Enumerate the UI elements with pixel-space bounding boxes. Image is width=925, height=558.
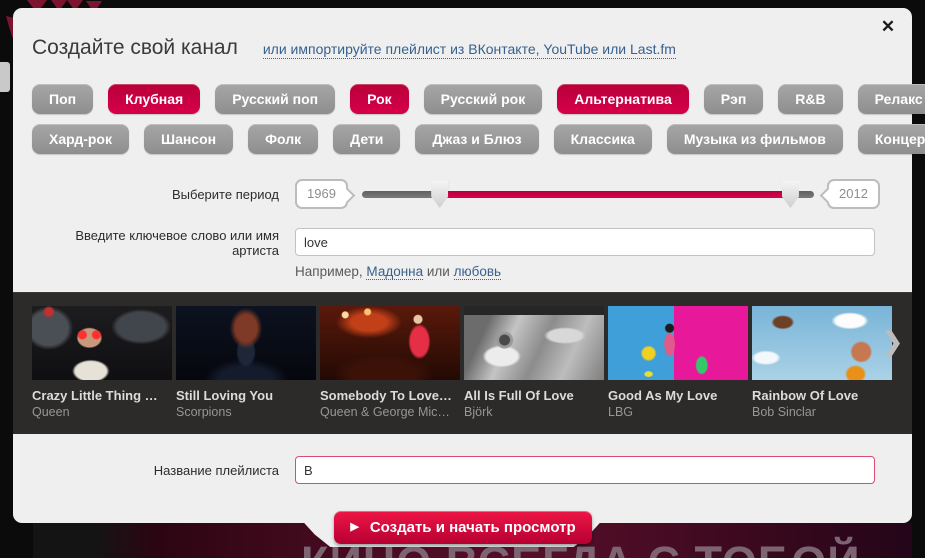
genre-rock[interactable]: Рок xyxy=(350,84,409,114)
genre-hard-rock[interactable]: Хард-рок xyxy=(32,124,129,154)
genre-rnb[interactable]: R&B xyxy=(778,84,843,114)
video-artist: Scorpions xyxy=(176,405,232,419)
period-label: Выберите период xyxy=(172,186,279,202)
hint-prefix: Например, xyxy=(295,264,367,279)
video-title: Rainbow Of Love xyxy=(752,388,859,403)
video-artist: LBG xyxy=(608,405,634,419)
create-and-watch-button[interactable]: ▶ Создать и начать просмотр xyxy=(334,511,592,544)
keyword-hint: Например, Мадонна или любовь xyxy=(295,264,875,280)
genre-relax[interactable]: Релакс xyxy=(857,84,925,114)
genre-folk[interactable]: Фолк xyxy=(248,124,319,154)
video-title: All Is Full Of Love xyxy=(464,388,574,403)
genre-club[interactable]: Клубная xyxy=(108,84,201,114)
video-title: Still Loving You xyxy=(176,388,274,403)
video-card[interactable]: Somebody To Love… Queen & George Mic… xyxy=(320,306,460,419)
video-thumbnail[interactable] xyxy=(608,306,748,380)
video-card[interactable]: Crazy Little Thing … Queen xyxy=(32,306,172,419)
genre-classical[interactable]: Классика xyxy=(553,124,652,154)
genre-rap[interactable]: Рэп xyxy=(703,84,764,114)
video-thumbnail[interactable] xyxy=(464,306,604,380)
period-slider[interactable] xyxy=(362,178,814,210)
period-from-value: 1969 xyxy=(295,179,348,209)
dialog-header: Создайте свой канал или импортируйте пле… xyxy=(32,36,676,60)
genre-russian-pop[interactable]: Русский поп xyxy=(215,84,336,114)
video-title: Good As My Love xyxy=(608,388,718,403)
playlist-name-row: Название плейлиста xyxy=(32,456,875,484)
period-row: Выберите период 1969 2012 xyxy=(32,178,880,210)
genre-row-2: Хард-рок Шансон Фолк Дети Джаз и Блюз Кл… xyxy=(32,124,925,154)
genre-concerts[interactable]: Концерты xyxy=(857,124,925,154)
keyword-row: Введите ключевое слово или имя артиста Н… xyxy=(32,228,875,280)
video-thumbnail[interactable] xyxy=(32,306,172,380)
hint-middle: или xyxy=(423,264,454,279)
genre-kids[interactable]: Дети xyxy=(333,124,401,154)
close-icon[interactable]: ✕ xyxy=(877,16,899,38)
genre-movie-music[interactable]: Музыка из фильмов xyxy=(666,124,843,154)
background-side-tab xyxy=(0,62,10,92)
video-card[interactable]: Still Loving You Scorpions xyxy=(176,306,316,419)
keyword-label: Введите ключевое слово или имя артиста xyxy=(75,228,279,258)
carousel-cards: Crazy Little Thing … Queen Still Loving … xyxy=(13,293,912,419)
playlist-name-label: Название плейлиста xyxy=(153,462,279,478)
video-thumbnail[interactable] xyxy=(752,306,892,380)
genre-pop[interactable]: Поп xyxy=(32,84,94,114)
import-playlist-link[interactable]: или импортируйте плейлист из ВКонтакте, … xyxy=(262,41,676,59)
genre-jazz-blues[interactable]: Джаз и Блюз xyxy=(415,124,539,154)
slider-selected-range[interactable] xyxy=(440,191,791,198)
create-button-label: Создать и начать просмотр xyxy=(369,519,576,536)
video-title: Crazy Little Thing … xyxy=(32,388,158,403)
video-thumbnail[interactable] xyxy=(176,306,316,380)
video-artist: Queen xyxy=(32,405,70,419)
create-channel-dialog: ✕ Создайте свой канал или импортируйте п… xyxy=(13,8,925,544)
genre-russian-rock[interactable]: Русский рок xyxy=(423,84,543,114)
video-card[interactable]: Rainbow Of Love Bob Sinclar xyxy=(752,306,892,419)
video-artist: Bob Sinclar xyxy=(752,405,816,419)
results-carousel: Crazy Little Thing … Queen Still Loving … xyxy=(13,292,912,434)
hint-link-love[interactable]: любовь xyxy=(453,264,502,280)
hint-link-madonna[interactable]: Мадонна xyxy=(366,264,424,280)
video-artist: Queen & George Mic… xyxy=(320,405,450,419)
video-thumbnail[interactable] xyxy=(320,306,460,380)
carousel-next-icon[interactable]: ❯ xyxy=(882,327,903,357)
video-title: Somebody To Love… xyxy=(320,388,452,403)
video-card[interactable]: Good As My Love LBG xyxy=(608,306,748,419)
genre-chanson[interactable]: Шансон xyxy=(144,124,234,154)
play-icon: ▶ xyxy=(350,521,359,533)
genre-row-1: Поп Клубная Русский поп Рок Русский рок … xyxy=(32,84,925,114)
period-to-value: 2012 xyxy=(827,179,880,209)
dialog-title: Создайте свой канал xyxy=(32,36,238,59)
slider-handle-from[interactable] xyxy=(431,181,449,208)
genre-alternative[interactable]: Альтернатива xyxy=(557,84,689,114)
playlist-name-input[interactable] xyxy=(295,456,875,484)
video-artist: Björk xyxy=(464,405,493,419)
keyword-input[interactable] xyxy=(295,228,875,256)
slider-handle-to[interactable] xyxy=(781,181,799,208)
video-card[interactable]: All Is Full Of Love Björk xyxy=(464,306,604,419)
